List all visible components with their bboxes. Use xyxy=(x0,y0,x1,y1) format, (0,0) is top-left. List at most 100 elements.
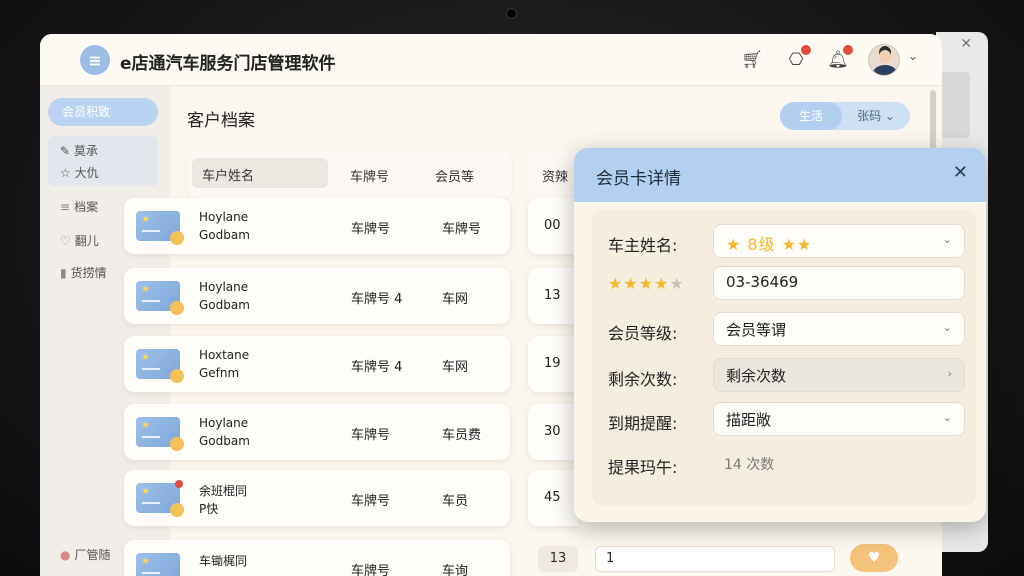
dialog-title: 会员卡详情 xyxy=(596,169,681,189)
background-close-icon[interactable]: ✕ xyxy=(960,36,972,52)
member-card-dialog: 会员卡详情 ✕ 车主姓名: ★ 8级 ★★ ⌄ ★★★★★ 03-36469 会员… xyxy=(574,148,986,522)
table-row[interactable]: ★ 余班棍同 P快 车牌号 车员 xyxy=(124,470,510,526)
chevron-down-icon[interactable]: ⌄ xyxy=(908,49,918,63)
rating-star: ★ xyxy=(654,274,670,293)
count-cell: 19 xyxy=(544,356,561,371)
chevron-down-icon: ⌄ xyxy=(942,233,952,246)
plate-cell: 车牌号 xyxy=(351,222,391,237)
plate-cell: 车牌号 xyxy=(351,428,391,443)
chevron-down-icon: ⌄ xyxy=(942,321,952,334)
plate-cell: 车牌号 xyxy=(351,494,391,509)
title-bar: ≡ e店通汽车服务门店管理软件 🛒︎ ⎔ 🔔︎ ⌄ xyxy=(40,34,942,86)
field-label-level: 会员等级: xyxy=(608,324,678,343)
close-icon[interactable]: ✕ xyxy=(953,162,968,183)
toggle-option-1[interactable]: 生活 xyxy=(780,102,842,130)
sidebar-item-archive[interactable]: ≡ 档案 xyxy=(60,198,98,215)
scrollbar[interactable] xyxy=(930,90,936,150)
count-cell-wrap: 13 xyxy=(528,268,578,324)
sidebar-item-stock[interactable]: ▮ 货捞情 xyxy=(60,264,107,281)
column-header-plate[interactable]: 车牌号 xyxy=(350,166,389,185)
owner-name-select[interactable]: ★ 8级 ★★ ⌄ xyxy=(713,224,965,258)
customer-name: Hoxtane xyxy=(199,348,250,362)
count-cell: 13 xyxy=(538,546,578,572)
level-cell: 车网 xyxy=(442,360,469,375)
member-card-icon: ★ xyxy=(136,281,184,315)
app-title: e店通汽车服务门店管理软件 xyxy=(120,54,336,74)
count-cell: 13 xyxy=(544,288,561,303)
field-label-rating: ★★★★★ xyxy=(608,274,685,293)
member-level-select[interactable]: 会员等谓 ⌄ xyxy=(713,312,965,346)
count-cell: 30 xyxy=(544,424,561,439)
level-cell: 车员 xyxy=(442,494,469,509)
member-card-icon: ★ xyxy=(136,349,184,383)
field-label-expiry: 到期提醒: xyxy=(608,414,678,433)
favorite-button[interactable]: ♥ xyxy=(850,544,898,572)
table-row[interactable]: ★ 车锄梶同 车牌号 车询 xyxy=(124,540,510,576)
customer-name-2: P快 xyxy=(199,502,219,516)
gift-icon[interactable]: ⎔ xyxy=(784,45,811,72)
customer-name: 余班棍同 xyxy=(199,484,248,498)
sidebar-item-favorites[interactable]: ♡ 翻儿 xyxy=(60,232,99,249)
level-cell: 车员费 xyxy=(442,428,482,443)
sidebar-subitem[interactable]: ☆ 大仇 xyxy=(60,164,99,181)
rating-star: ★ xyxy=(638,274,655,293)
camera-dot xyxy=(507,9,516,18)
table-row[interactable]: ★ Hoylane Godbam 车牌号 车员费 xyxy=(124,404,510,460)
background-panel xyxy=(940,72,970,138)
remaining-count-link[interactable]: 剩余次数 › xyxy=(713,358,965,392)
view-toggle[interactable]: 生活 张码 ⌄ xyxy=(780,102,910,130)
customer-name: Hoylane xyxy=(199,280,249,294)
customer-name: Hoylane xyxy=(199,210,249,224)
member-card-icon: ★ xyxy=(136,480,184,517)
customer-name: 车锄梶同 xyxy=(199,554,248,568)
count-cell-wrap: 19 xyxy=(528,336,578,392)
app-logo-icon: ≡ xyxy=(80,45,110,75)
plate-cell: 车牌号 4 xyxy=(351,360,403,375)
customer-name-2: Godbam xyxy=(199,298,250,312)
level-cell: 车询 xyxy=(442,564,469,576)
chevron-right-icon: › xyxy=(947,367,952,380)
count-cell-wrap: 45 xyxy=(528,470,578,526)
extra-value: 14 次数 xyxy=(724,457,775,473)
customer-name-2: Gefnm xyxy=(199,366,240,380)
count-cell: 45 xyxy=(544,490,561,505)
toggle-option-2[interactable]: 张码 ⌄ xyxy=(842,102,910,130)
chevron-down-icon: ⌄ xyxy=(942,411,952,424)
sidebar-subitem[interactable]: ✎ 莫承 xyxy=(60,142,98,159)
field-label-owner-name: 车主姓名: xyxy=(608,236,678,255)
phone-input[interactable]: 03-36469 xyxy=(713,266,965,300)
sidebar-item-bottom[interactable]: ● 厂管随 xyxy=(60,546,111,563)
rating-stars: ★★★★★ xyxy=(608,274,685,293)
table-row[interactable]: ★ Hoxtane Gefnm 车牌号 4 车网 xyxy=(124,336,510,392)
count-cell-wrap: 00 xyxy=(528,198,578,254)
customer-name-2: Godbam xyxy=(199,434,250,448)
member-card-icon: ★ xyxy=(136,211,184,245)
level-cell: 车牌号 xyxy=(442,222,482,237)
dialog-header: 会员卡详情 ✕ xyxy=(574,148,986,202)
page-title: 客户档案 xyxy=(187,111,255,131)
plate-cell: 车牌号 xyxy=(351,564,391,576)
field-label-extra: 提果玛午: xyxy=(608,458,678,477)
column-header-name[interactable]: 车户姓名 xyxy=(192,158,328,188)
bottom-row-input[interactable]: 1 xyxy=(595,546,835,572)
cart-icon[interactable]: 🛒︎ xyxy=(740,48,764,72)
count-cell: 00 xyxy=(544,218,561,233)
member-card-icon: ★ xyxy=(136,417,184,451)
rating-star: ★ xyxy=(669,274,685,293)
sidebar-item-member[interactable]: 会员积致 xyxy=(48,98,158,126)
sidebar-subgroup: ✎ 莫承 ☆ 大仇 xyxy=(48,136,158,186)
table-row[interactable]: ★ Hoylane Godbam 车牌号 车牌号 xyxy=(124,198,510,254)
plate-cell: 车牌号 4 xyxy=(351,292,403,307)
bell-icon[interactable]: 🔔︎ xyxy=(826,45,853,72)
customer-name: Hoylane xyxy=(199,416,249,430)
level-cell: 车网 xyxy=(442,292,469,307)
column-header-count[interactable]: 资辣 xyxy=(542,166,568,185)
count-cell-wrap: 30 xyxy=(528,404,578,460)
customer-name-2: Godbam xyxy=(199,228,250,242)
rating-star: ★ xyxy=(608,274,624,293)
user-avatar[interactable] xyxy=(868,44,900,76)
rating-star: ★ xyxy=(623,274,639,293)
expiry-reminder-select[interactable]: 描距敞 ⌄ xyxy=(713,402,965,436)
column-header-level[interactable]: 会员等 xyxy=(435,166,474,185)
table-row[interactable]: ★ Hoylane Godbam 车牌号 4 车网 xyxy=(124,268,510,324)
